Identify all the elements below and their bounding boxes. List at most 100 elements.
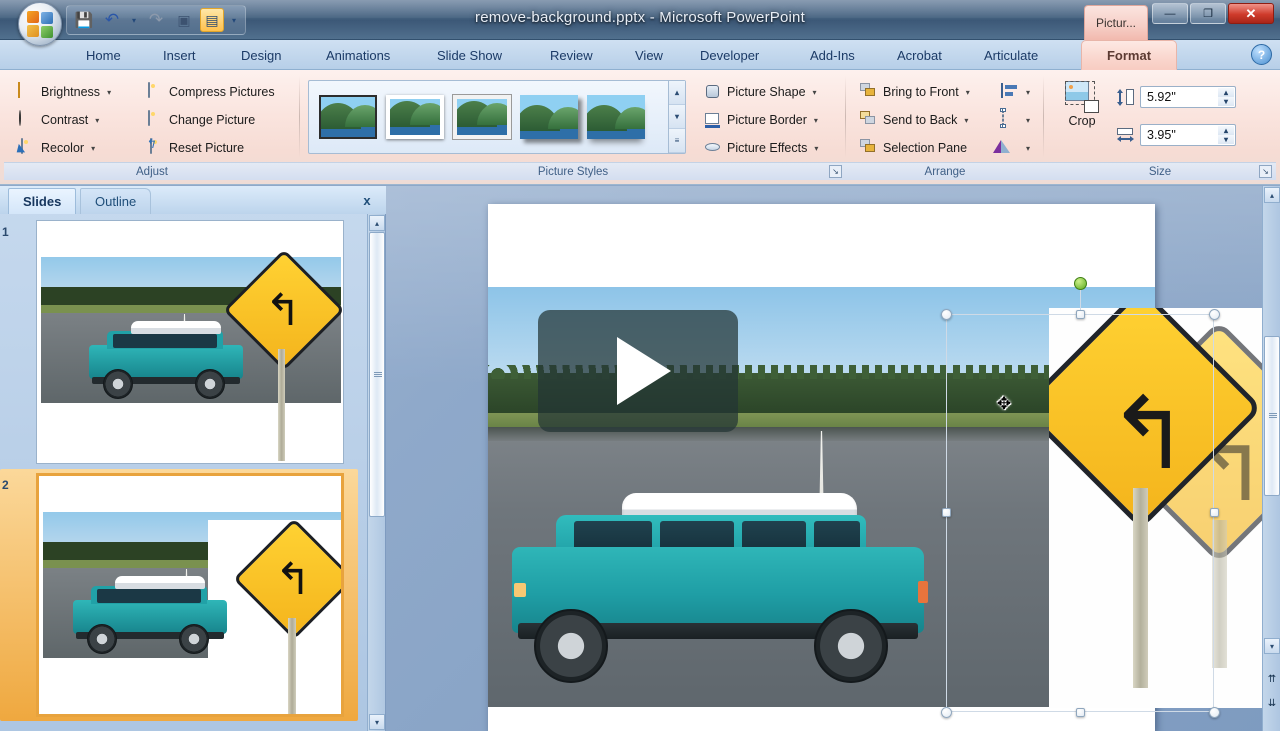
maximize-button[interactable]: ❐: [1190, 3, 1226, 24]
resize-handle-top-center[interactable]: [1076, 310, 1085, 319]
tab-home[interactable]: Home: [73, 40, 134, 70]
scroll-down-icon[interactable]: ▾: [1264, 638, 1280, 654]
send-to-back-button[interactable]: Send to Back ▾: [854, 106, 973, 134]
tab-slides[interactable]: Slides: [8, 188, 77, 214]
shape-width-input[interactable]: 3.95" ▴ ▾: [1140, 124, 1236, 146]
minimize-button[interactable]: —: [1152, 3, 1188, 24]
presentation-icon[interactable]: ▤: [200, 8, 224, 32]
width-spin-down[interactable]: ▾: [1218, 135, 1234, 144]
tab-design[interactable]: Design: [228, 40, 294, 70]
close-button[interactable]: ✕: [1228, 3, 1274, 24]
group-button[interactable]: ▾: [998, 106, 1032, 134]
tab-slide-show[interactable]: Slide Show: [424, 40, 515, 70]
slide-thumbnail-2[interactable]: 2 ↰: [0, 469, 358, 721]
undo-dropdown-caret[interactable]: ▾: [128, 9, 140, 31]
tab-developer[interactable]: Developer: [687, 40, 772, 70]
rotate-button[interactable]: ▾: [993, 134, 1032, 162]
gallery-scroll-up-icon[interactable]: ▴: [669, 81, 685, 105]
resize-handle-bottom-left[interactable]: [941, 707, 952, 718]
recolor-label: Recolor: [41, 141, 85, 155]
tab-format[interactable]: Format: [1081, 40, 1177, 70]
brightness-button[interactable]: Brightness ▾: [12, 78, 116, 106]
height-spin-down[interactable]: ▾: [1218, 97, 1234, 106]
picture-style-thumb[interactable]: [386, 95, 444, 139]
picture-style-thumb[interactable]: [587, 95, 645, 139]
tab-view[interactable]: View: [622, 40, 676, 70]
selection-pane-label: Selection Pane: [883, 141, 968, 155]
compress-pictures-button[interactable]: Compress Pictures: [140, 78, 280, 106]
contrast-label: Contrast: [41, 113, 89, 127]
selection-rectangle: [946, 314, 1214, 712]
gallery-scroll-down-icon[interactable]: ▾: [669, 105, 685, 129]
office-button[interactable]: [18, 2, 62, 46]
chevron-down-icon: ▾: [813, 115, 818, 125]
selection-pane-button[interactable]: Selection Pane: [854, 134, 972, 162]
video-play-overlay[interactable]: [538, 310, 738, 432]
crop-button[interactable]: Crop: [1054, 80, 1110, 128]
customize-qat-caret[interactable]: ▾: [228, 9, 240, 31]
reset-picture-button[interactable]: ↰ Reset Picture: [140, 134, 249, 162]
slide-vertical-scrollbar[interactable]: ▴ ▾ ⇈ ⇊: [1262, 186, 1280, 731]
next-slide-button[interactable]: ⇊: [1265, 696, 1279, 710]
width-spin-up[interactable]: ▴: [1218, 126, 1234, 135]
tab-insert[interactable]: Insert: [150, 40, 209, 70]
previous-slide-button[interactable]: ⇈: [1265, 672, 1279, 686]
tab-articulate[interactable]: Articulate: [971, 40, 1051, 70]
quick-access-toolbar: 💾 ↶ ▾ ↷ ▣ ▤ ▾: [66, 5, 246, 35]
picture-border-button[interactable]: Picture Border ▾: [698, 106, 823, 134]
picture-shape-button[interactable]: Picture Shape ▾: [698, 78, 822, 106]
tab-animations[interactable]: Animations: [313, 40, 403, 70]
picture-styles-dialog-launcher[interactable]: ↘: [829, 165, 842, 178]
help-icon[interactable]: ?: [1251, 44, 1272, 65]
resize-handle-top-right[interactable]: [1209, 309, 1220, 320]
resize-handle-bottom-right[interactable]: [1209, 707, 1220, 718]
slides-scroll-up-icon[interactable]: ▴: [369, 215, 385, 231]
gallery-more-icon[interactable]: ≡: [669, 129, 685, 153]
slides-pane-scrollbar[interactable]: ▴ ▾: [367, 214, 385, 731]
picture-effects-label: Picture Effects: [727, 141, 808, 155]
picture-effects-button[interactable]: Picture Effects ▾: [698, 134, 823, 162]
recolor-button[interactable]: ◣ Recolor ▾: [12, 134, 100, 162]
redo-icon[interactable]: ↷: [144, 8, 168, 32]
save-icon[interactable]: 💾: [72, 8, 96, 32]
slides-scroll-thumb[interactable]: [369, 232, 385, 517]
slide-number: 1: [2, 225, 9, 239]
chevron-down-icon: ▾: [1026, 143, 1031, 153]
picture-style-thumb[interactable]: [520, 95, 578, 139]
selection-pane-icon: [859, 138, 878, 158]
scroll-thumb[interactable]: [1264, 336, 1280, 496]
contextual-tab-picture-tools[interactable]: Pictur...: [1084, 5, 1148, 40]
shape-height-input[interactable]: 5.92" ▴ ▾: [1140, 86, 1236, 108]
tab-acrobat[interactable]: Acrobat: [884, 40, 955, 70]
resize-handle-middle-left[interactable]: [942, 508, 951, 517]
slide-thumbnail-1[interactable]: 1 ↰: [2, 220, 344, 468]
rotation-handle[interactable]: [1074, 277, 1087, 290]
bring-to-front-button[interactable]: Bring to Front ▾: [854, 78, 975, 106]
picture-style-thumb[interactable]: [319, 95, 377, 139]
group-label-size: Size: [1044, 162, 1276, 180]
contrast-button[interactable]: Contrast ▾: [12, 106, 104, 134]
tab-review[interactable]: Review: [537, 40, 606, 70]
height-icon: [1116, 88, 1135, 107]
change-picture-button[interactable]: Change Picture: [140, 106, 260, 134]
play-icon[interactable]: [617, 337, 671, 405]
size-dialog-launcher[interactable]: ↘: [1259, 165, 1272, 178]
resize-handle-middle-right[interactable]: [1210, 508, 1219, 517]
window-controls: — ❐ ✕: [1152, 3, 1274, 24]
slideshow-icon[interactable]: ▣: [172, 8, 196, 32]
change-picture-icon: [145, 109, 164, 130]
slides-scroll-down-icon[interactable]: ▾: [369, 714, 385, 730]
picture-styles-gallery[interactable]: ▴ ▾ ≡: [308, 80, 686, 154]
scroll-up-icon[interactable]: ▴: [1264, 187, 1280, 203]
width-spinner: ▴ ▾: [1218, 126, 1234, 144]
close-pane-icon[interactable]: x: [358, 191, 376, 209]
tab-outline[interactable]: Outline: [80, 188, 152, 214]
send-to-back-icon: [859, 110, 878, 130]
picture-style-thumb[interactable]: [452, 94, 512, 140]
height-spin-up[interactable]: ▴: [1218, 88, 1234, 97]
tab-add-ins[interactable]: Add-Ins: [797, 40, 868, 70]
resize-handle-top-left[interactable]: [941, 309, 952, 320]
align-button[interactable]: ▾: [998, 78, 1032, 106]
resize-handle-bottom-center[interactable]: [1076, 708, 1085, 717]
undo-icon[interactable]: ↶: [100, 8, 124, 32]
